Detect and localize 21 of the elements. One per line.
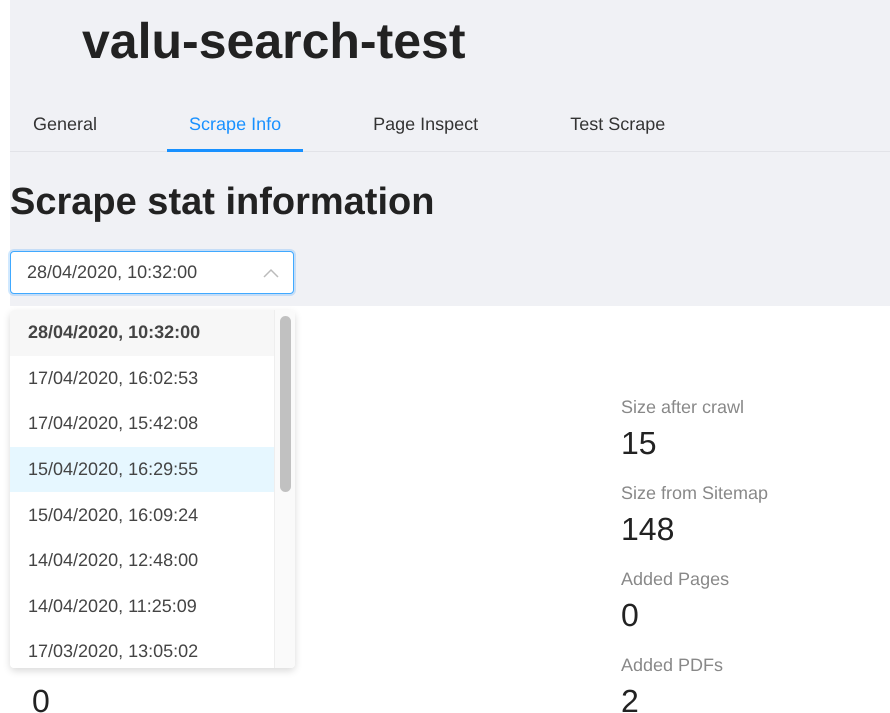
dropdown-option[interactable]: 17/03/2020, 13:05:02	[10, 629, 274, 668]
dropdown-option[interactable]: 15/04/2020, 16:29:55	[10, 446, 274, 492]
stat-value: 15	[621, 424, 658, 463]
dropdown-option[interactable]: 17/04/2020, 16:02:53	[10, 356, 274, 402]
tab[interactable]: General	[11, 104, 120, 152]
scrollbar[interactable]	[274, 310, 295, 668]
date-select[interactable]: 28/04/2020, 10:32:00	[10, 251, 294, 294]
stat-label: Added Pages	[621, 568, 730, 591]
stat-value: 0	[31, 682, 51, 713]
stat-label: Size from Sitemap	[621, 482, 770, 505]
stat-value: 0	[621, 596, 640, 635]
stat-value: 2	[621, 682, 640, 713]
stat-label: Size after crawl	[621, 396, 746, 419]
stat-value: 148	[621, 510, 676, 549]
caret-icon	[263, 268, 279, 278]
section-heading: Scrape stat information	[10, 180, 436, 224]
tab[interactable]: Test Scrape	[548, 104, 688, 152]
tab[interactable]: Page Inspect	[351, 104, 500, 152]
project-title: valu-search-test	[82, 14, 466, 68]
dropdown-option[interactable]: 28/04/2020, 10:32:00	[10, 310, 274, 356]
stat-label: Added PDFs	[621, 654, 724, 677]
